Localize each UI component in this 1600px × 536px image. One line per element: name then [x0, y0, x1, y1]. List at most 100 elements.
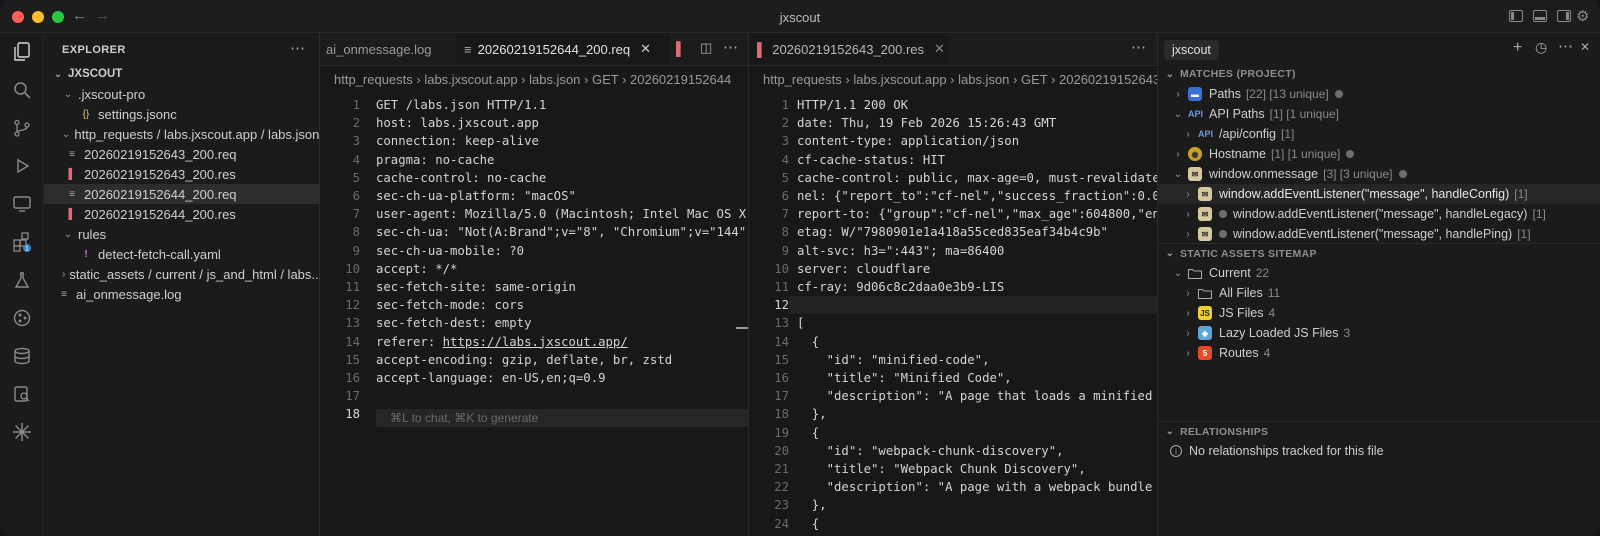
code-line: sec-fetch-site: same-origin: [376, 280, 576, 294]
sitemap-section-header[interactable]: ⌄ STATIC ASSETS SITEMAP: [1158, 243, 1600, 263]
tree-folder-http-requests[interactable]: ⌄ http_requests / labs.jxscout.app / lab…: [44, 124, 320, 144]
tree-label: detect-fetch-call.yaml: [98, 246, 221, 262]
breadcrumb[interactable]: http_requests › labs.jxscout.app › labs.…: [763, 72, 1160, 87]
sitemap-count: 4: [1268, 306, 1276, 320]
chevron-right-icon: ›: [1186, 188, 1190, 200]
api-icon: API: [1188, 109, 1204, 119]
res-file-icon: ▌: [68, 168, 76, 180]
tree-file-res-644[interactable]: ▌ 20260219152644_200.res: [44, 204, 320, 224]
line-number: 7: [352, 207, 360, 222]
match-hostname[interactable]: › ◉ Hostname [1] [1 unique]: [1158, 144, 1600, 164]
match-label: Paths: [1209, 87, 1241, 101]
match-paths[interactable]: › ▬ Paths [22] [13 unique]: [1158, 84, 1600, 104]
relationships-section-header[interactable]: ⌄ RELATIONSHIPS: [1158, 421, 1600, 441]
tree-file-res-643[interactable]: ▌ 20260219152643_200.res: [44, 164, 320, 184]
line-number: 1: [352, 98, 360, 112]
sitemap-routes[interactable]: › 5 Routes 4: [1158, 343, 1600, 363]
line-number: 14: [774, 334, 789, 349]
more-actions-icon[interactable]: ⋯: [1558, 37, 1573, 55]
app-window: ← → jxscout ⚙ 1 EXPLORER ⋯ ⌄ JXSCOUT ⌄ .…: [0, 0, 1600, 536]
match-handle-ping[interactable]: › ✉ window.addEventListener("message", h…: [1158, 224, 1600, 244]
scanner-icon[interactable]: [0, 377, 44, 411]
code-line: referer: https://labs.jxscout.app/: [376, 334, 628, 349]
sitemap-js-files[interactable]: › JS JS Files 4: [1158, 303, 1600, 323]
sidebar-title-tab[interactable]: jxscout: [1164, 40, 1219, 60]
referer-link[interactable]: https://labs.jxscout.app/: [443, 335, 628, 349]
history-icon[interactable]: ◷: [1535, 39, 1547, 56]
tab-label: 20260219152644_200.req: [477, 41, 631, 57]
text-file-icon: ≡: [464, 41, 472, 57]
sitemap-all-files[interactable]: › All Files 11: [1158, 283, 1600, 303]
matches-section-header[interactable]: ⌄ MATCHES (PROJECT): [1158, 64, 1600, 84]
split-editor-icon[interactable]: ◫: [700, 40, 712, 56]
code-line: sec-fetch-mode: cors: [376, 298, 525, 313]
status-dot: [1398, 170, 1407, 178]
code-editor[interactable]: 1 GET /labs.json HTTP/1.1 2 host: labs.jxsc…: [320, 94, 748, 536]
tree-file-yaml[interactable]: ! detect-fetch-call.yaml: [44, 244, 320, 264]
close-icon[interactable]: ✕: [1580, 40, 1590, 54]
window-title: jxscout: [779, 10, 821, 25]
toggle-panel-icon[interactable]: [1533, 10, 1547, 22]
section-title: MATCHES (PROJECT): [1180, 68, 1296, 80]
match-api-config[interactable]: › API /api/config [1]: [1158, 124, 1600, 144]
remote-explorer-icon[interactable]: [0, 187, 44, 221]
tree-file-req-644[interactable]: ≡ 20260219152644_200.req: [44, 184, 320, 204]
scroll-indicator[interactable]: [736, 327, 748, 329]
gitlens-icon[interactable]: [0, 301, 44, 335]
code-line: host: labs.jxscout.app: [376, 116, 539, 131]
testing-flask-icon[interactable]: [0, 263, 44, 297]
match-handle-config[interactable]: › ✉ window.addEventListener("message", h…: [1158, 184, 1600, 204]
tab-ai-onmessage-log[interactable]: ai_onmessage.log: [320, 33, 454, 65]
sitemap-count: 22: [1255, 266, 1270, 280]
code-line: cache-control: no-cache: [376, 170, 547, 185]
tree-file-settings[interactable]: {} settings.jsonc: [44, 104, 320, 124]
add-icon[interactable]: +: [1513, 39, 1522, 57]
envelope-icon: ✉: [1198, 187, 1212, 201]
extensions-icon[interactable]: 1: [0, 225, 44, 259]
sitemap-lazy-loaded[interactable]: › ◈ Lazy Loaded JS Files 3: [1158, 323, 1600, 343]
sitemap-label: Routes: [1219, 346, 1259, 360]
search-icon[interactable]: [0, 73, 44, 107]
sitemap-count: 4: [1263, 346, 1271, 360]
tree-folder-jxscout-pro[interactable]: ⌄ .jxscout-pro: [44, 84, 320, 104]
tree-file-req-643[interactable]: ≡ 20260219152643_200.req: [44, 144, 320, 164]
tab-req-644[interactable]: ≡ 20260219152644_200.req ✕: [456, 33, 670, 65]
source-control-icon[interactable]: [0, 111, 44, 145]
inline-prompt-box[interactable]: ⌘L to chat, ⌘K to generate: [376, 409, 748, 427]
res-file-icon: ▌: [757, 41, 767, 57]
line-number: 10: [345, 261, 360, 276]
toggle-secondary-sidebar-icon[interactable]: [1557, 10, 1571, 22]
code-line: sec-ch-ua-mobile: ?0: [376, 243, 525, 258]
line-number: 12: [345, 298, 360, 313]
tree-root-folder[interactable]: ⌄ JXSCOUT: [44, 64, 320, 84]
tree-file-log[interactable]: ≡ ai_onmessage.log: [44, 284, 320, 304]
info-icon: i: [1170, 445, 1182, 457]
code-editor[interactable]: 1 HTTP/1.1 200 OK 2 date: Thu, 19 Feb 2026 …: [749, 94, 1157, 536]
breadcrumb[interactable]: http_requests › labs.jxscout.app › labs.…: [334, 72, 731, 87]
database-icon[interactable]: [0, 339, 44, 373]
more-actions-icon[interactable]: ⋯: [290, 39, 305, 57]
gear-icon[interactable]: ⚙: [1576, 7, 1589, 25]
match-window-onmessage[interactable]: ⌄ ✉ window.onmessage [3] [3 unique]: [1158, 164, 1600, 184]
tree-folder-rules[interactable]: ⌄ rules: [44, 224, 320, 244]
run-debug-icon[interactable]: [0, 149, 44, 183]
match-count: [3] [3 unique]: [1323, 167, 1393, 181]
match-handle-legacy[interactable]: › ✉ window.addEventListener("message", h…: [1158, 204, 1600, 224]
tree-folder-static-assets[interactable]: › static_assets / current / js_and_html …: [44, 264, 320, 284]
more-actions-icon[interactable]: ⋯: [723, 38, 738, 56]
sitemap-current[interactable]: ⌄ Current 22: [1158, 263, 1600, 283]
line-number: 8: [781, 225, 789, 240]
close-icon[interactable]: ✕: [934, 41, 945, 57]
json-file-icon: {}: [82, 108, 90, 120]
tree-label: 20260219152644_200.req: [84, 186, 237, 202]
line-number: 7: [781, 207, 789, 222]
tab-res-643[interactable]: ▌ 20260219152643_200.res ✕: [749, 33, 949, 65]
toggle-primary-sidebar-icon[interactable]: [1509, 10, 1523, 22]
tree-label: JXSCOUT: [68, 68, 123, 80]
line-number: 3: [781, 134, 789, 149]
close-icon[interactable]: ✕: [640, 41, 651, 57]
more-actions-icon[interactable]: ⋯: [1131, 38, 1146, 56]
match-api-paths[interactable]: ⌄ API API Paths [1] [1 unique]: [1158, 104, 1600, 124]
explorer-files-icon[interactable]: [0, 35, 44, 69]
sparkle-agent-icon[interactable]: [0, 415, 44, 449]
